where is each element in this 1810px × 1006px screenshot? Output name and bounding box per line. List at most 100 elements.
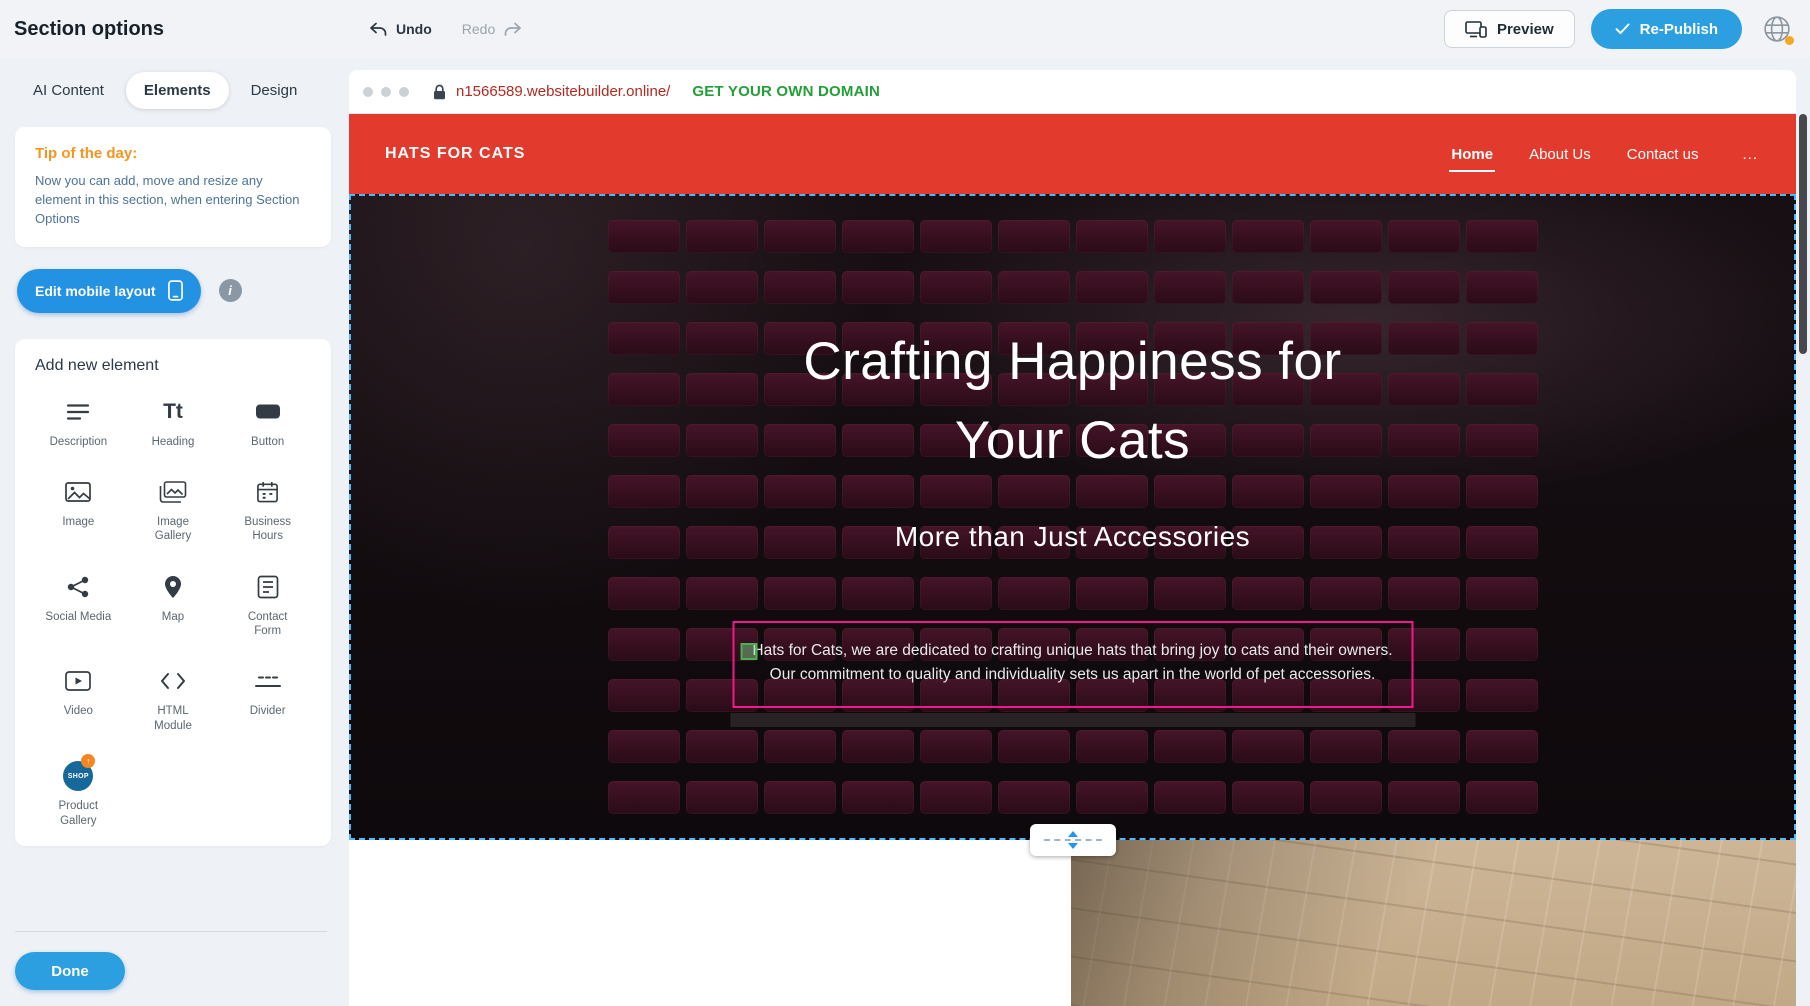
hero-subheading[interactable]: More than Just Accessories: [349, 521, 1796, 553]
hero-paragraph-text: Hats for Cats, we are dedicated to craft…: [750, 639, 1395, 687]
notification-dot: [1785, 36, 1794, 45]
language-globe-button[interactable]: [1758, 10, 1796, 48]
site-nav: Home About Us Contact us ...: [1449, 140, 1760, 169]
undo-label: Undo: [396, 21, 432, 37]
hero-heading[interactable]: Crafting Happiness for Your Cats: [349, 322, 1796, 480]
preview-button[interactable]: Preview: [1444, 10, 1575, 48]
element-label: Product Gallery: [45, 799, 111, 828]
republish-label: Re-Publish: [1640, 21, 1718, 38]
paving-photo: [1071, 840, 1796, 1006]
element-label: Description: [50, 435, 108, 449]
element-label: Video: [64, 704, 93, 718]
arrow-down-icon: [1068, 843, 1078, 849]
map-icon: [164, 572, 182, 602]
element-social-media[interactable]: Social Media: [35, 572, 122, 639]
redo-button[interactable]: Redo: [462, 21, 522, 37]
resize-handle[interactable]: [740, 643, 757, 660]
window-dot: [381, 87, 391, 97]
element-label: HTML Module: [140, 704, 206, 733]
site-preview: HATS FOR CATS Home About Us Contact us .…: [349, 114, 1796, 1006]
tip-card: Tip of the day: Now you can add, move an…: [15, 127, 331, 247]
element-label: Image Gallery: [140, 515, 206, 544]
redo-icon: [503, 22, 522, 37]
mobile-layout-row: Edit mobile layout i: [17, 269, 331, 313]
nav-about-us[interactable]: About Us: [1527, 140, 1593, 169]
done-button[interactable]: Done: [15, 952, 125, 990]
sidebar-divider: [15, 931, 327, 932]
element-label: Social Media: [45, 610, 111, 624]
selected-paragraph-element[interactable]: Hats for Cats, we are dedicated to craft…: [732, 621, 1413, 708]
preview-label: Preview: [1497, 21, 1554, 38]
window-dots: [363, 87, 409, 97]
element-label: Image: [62, 515, 94, 529]
window-dot: [363, 87, 373, 97]
page-scrollbar[interactable]: [1799, 114, 1807, 354]
tab-ai-content[interactable]: AI Content: [15, 72, 122, 109]
element-label: Business Hours: [235, 515, 301, 544]
hero-background: Crafting Happiness for Your Cats More th…: [349, 194, 1796, 840]
element-html-module[interactable]: HTML Module: [130, 666, 217, 733]
business-hours-icon: [256, 477, 279, 507]
element-divider[interactable]: Divider: [224, 666, 311, 733]
next-section-blank: [349, 840, 1071, 1006]
image-icon: [65, 477, 91, 507]
element-video[interactable]: Video: [35, 666, 122, 733]
site-header: HATS FOR CATS Home About Us Contact us .…: [349, 114, 1796, 194]
get-domain-link[interactable]: GET YOUR OWN DOMAIN: [692, 83, 880, 100]
nav-contact-us[interactable]: Contact us: [1625, 140, 1701, 169]
element-product-gallery[interactable]: SHOP ↑ Product Gallery: [35, 761, 122, 828]
browser-chrome-bar: n1566589.websitebuilder.online/ GET YOUR…: [349, 70, 1796, 114]
contact-form-icon: [257, 572, 279, 602]
add-element-card: Add new element Description Tt Heading: [15, 339, 331, 846]
image-gallery-icon: [159, 477, 187, 507]
element-business-hours[interactable]: Business Hours: [224, 477, 311, 544]
topbar-actions: Preview Re-Publish: [1444, 9, 1796, 49]
description-icon: [66, 397, 90, 427]
element-image[interactable]: Image: [35, 477, 122, 544]
element-label: Heading: [152, 435, 195, 449]
tab-elements[interactable]: Elements: [126, 72, 229, 109]
edit-mobile-layout-button[interactable]: Edit mobile layout: [17, 269, 201, 313]
element-map[interactable]: Map: [130, 572, 217, 639]
nav-home[interactable]: Home: [1449, 140, 1495, 169]
undo-redo-group: Undo Redo: [369, 21, 522, 37]
arrow-up-icon: [1068, 831, 1078, 837]
element-label: Map: [162, 610, 184, 624]
lock-icon: [433, 84, 446, 100]
tip-body: Now you can add, move and resize any ele…: [35, 172, 311, 229]
element-contact-form[interactable]: Contact Form: [224, 572, 311, 639]
tab-design[interactable]: Design: [233, 72, 316, 109]
nav-more[interactable]: ...: [1740, 140, 1760, 169]
section-options-sidebar: AI Content Elements Design Tip of the da…: [0, 58, 349, 1006]
redo-label: Redo: [462, 21, 495, 37]
element-label: Contact Form: [235, 610, 301, 639]
tip-title: Tip of the day:: [35, 145, 311, 162]
element-description[interactable]: Description: [35, 397, 122, 449]
info-icon[interactable]: i: [219, 279, 242, 302]
hero-heading-text: Crafting Happiness for Your Cats: [773, 322, 1373, 480]
html-module-icon: [160, 666, 186, 696]
site-url[interactable]: n1566589.websitebuilder.online/: [456, 83, 670, 100]
page-title: Section options: [14, 18, 164, 41]
button-icon: [255, 397, 281, 427]
section-resize-handle[interactable]: [1030, 824, 1116, 856]
element-heading[interactable]: Tt Heading: [130, 397, 217, 449]
upgrade-arrow-icon: ↑: [81, 754, 95, 768]
undo-button[interactable]: Undo: [369, 21, 432, 37]
element-label: Button: [251, 435, 284, 449]
social-media-icon: [67, 572, 89, 602]
hero-section[interactable]: Crafting Happiness for Your Cats More th…: [349, 194, 1796, 840]
topbar: Section options Undo Redo: [0, 0, 1810, 58]
edit-mobile-label: Edit mobile layout: [35, 283, 156, 299]
republish-button[interactable]: Re-Publish: [1591, 9, 1742, 49]
site-logo[interactable]: HATS FOR CATS: [385, 145, 525, 163]
element-image-gallery[interactable]: Image Gallery: [130, 477, 217, 544]
heading-icon: Tt: [163, 397, 183, 427]
website-builder-app: Section options Undo Redo: [0, 0, 1810, 1006]
editor-stage: n1566589.websitebuilder.online/ GET YOUR…: [349, 58, 1796, 1006]
dashed-line: [1044, 839, 1102, 841]
element-button[interactable]: Button: [224, 397, 311, 449]
element-grid: Description Tt Heading Button: [35, 397, 311, 828]
check-icon: [1615, 23, 1630, 35]
video-icon: [65, 666, 91, 696]
